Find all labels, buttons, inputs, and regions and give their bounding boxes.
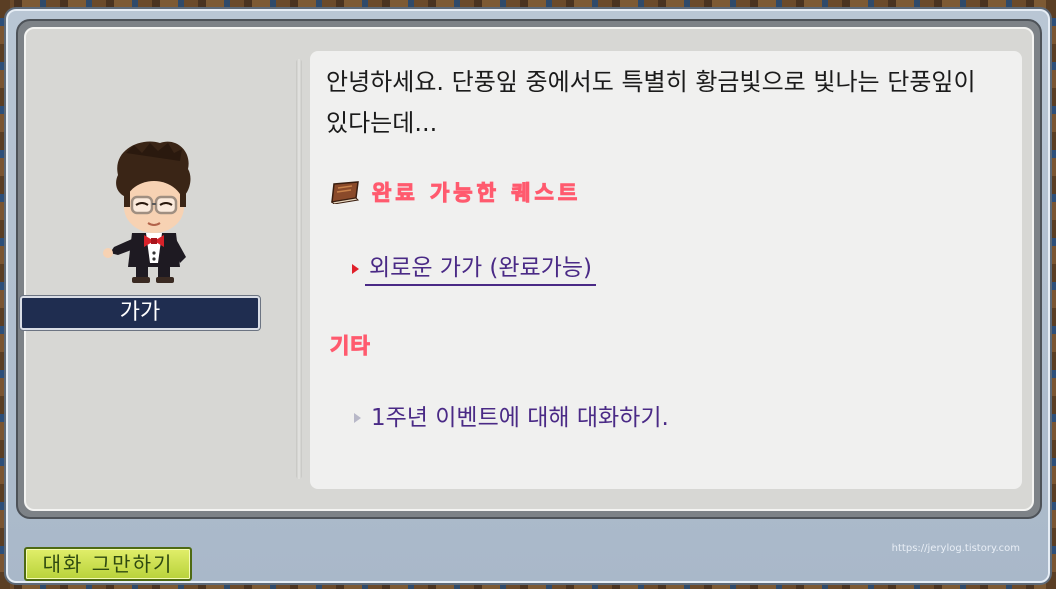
npc-message-text: 안녕하세요. 단풍잎 중에서도 특별히 황금빛으로 빛나는 단풍잎이 있다는데.… — [326, 68, 976, 137]
quest-item-lonely-gaga[interactable]: 외로운 가가 (완료가능) — [352, 252, 597, 286]
end-chat-button[interactable]: 대화 그만하기 — [24, 547, 192, 581]
completable-quest-label: 완료 가능한 퀘스트 — [371, 181, 582, 206]
panel-divider — [296, 59, 302, 479]
quest-item-label[interactable]: 외로운 가가 (완료가능) — [365, 252, 597, 286]
other-section-header: 기타 — [330, 334, 371, 359]
npc-nameplate: 가가 — [19, 295, 261, 331]
bullet-arrow-icon — [352, 264, 359, 274]
bullet-arrow-icon — [354, 413, 361, 423]
npc-portrait — [103, 141, 191, 283]
completable-quest-header: 완료 가능한 퀘스트 — [328, 175, 581, 209]
other-item-anniversary-event[interactable]: 1주년 이벤트에 대해 대화하기. — [354, 402, 669, 434]
dialog-bottom-bar: 대화 그만하기 https://jerylog.tistory.com — [12, 525, 1054, 589]
quest-book-icon — [330, 181, 360, 204]
other-item-label[interactable]: 1주년 이벤트에 대해 대화하기. — [371, 402, 669, 434]
watermark-text: https://jerylog.tistory.com — [891, 543, 1020, 554]
